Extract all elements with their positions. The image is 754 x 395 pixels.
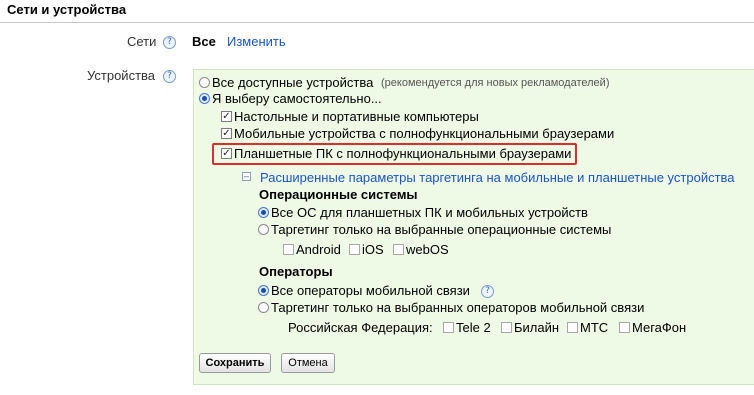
devices-help-icon[interactable]: ? (163, 70, 176, 83)
carrier-tele2-checkbox[interactable] (443, 322, 454, 333)
networks-value: Все (192, 34, 216, 49)
all-devices-radio[interactable] (199, 77, 210, 88)
mobile-label: Мобильные устройства с полнофункциональн… (234, 126, 615, 141)
carriers-help-icon[interactable]: ? (481, 285, 494, 298)
os-specific-radio[interactable] (258, 224, 269, 235)
carriers-heading: Операторы (259, 264, 333, 279)
carriers-all-label: Все операторы мобильной связи (271, 283, 470, 298)
carrier-beeline-checkbox[interactable] (501, 322, 512, 333)
os-webos-label: webOS (406, 242, 449, 257)
all-devices-hint: (рекомендуется для новых рекламодателей) (381, 77, 610, 89)
carriers-specific-radio[interactable] (258, 302, 269, 313)
desktop-label: Настольные и портативные компьютеры (234, 109, 479, 124)
os-heading: Операционные системы (259, 187, 418, 202)
country-label: Российская Федерация: (288, 320, 433, 335)
cancel-button[interactable]: Отмена (281, 353, 335, 373)
os-android-checkbox[interactable] (283, 244, 294, 255)
os-ios-label: iOS (362, 242, 384, 257)
carriers-all-radio[interactable] (258, 285, 269, 296)
tablet-label: Планшетные ПК с полнофункциональными бра… (234, 146, 572, 161)
desktop-checkbox[interactable]: ✓ (221, 111, 232, 122)
collapse-minus-icon[interactable]: – (242, 172, 251, 181)
os-ios-checkbox[interactable] (349, 244, 360, 255)
custom-devices-radio[interactable] (199, 93, 210, 104)
advanced-targeting-link[interactable]: Расширенные параметры таргетинга на моби… (260, 170, 735, 185)
networks-label: Сети (127, 34, 157, 49)
carrier-megafon-checkbox[interactable] (619, 322, 630, 333)
carrier-beeline-label: Билайн (514, 320, 560, 335)
all-devices-label: Все доступные устройства (212, 75, 374, 90)
os-all-radio[interactable] (258, 207, 269, 218)
networks-change-link[interactable]: Изменить (227, 34, 286, 49)
save-button[interactable]: Сохранить (199, 353, 271, 373)
os-specific-label: Таргетинг только на выбранные операционн… (271, 222, 612, 237)
os-all-label: Все ОС для планшетных ПК и мобильных уст… (271, 205, 588, 220)
carrier-mts-label: МТС (580, 320, 609, 335)
carrier-tele2-label: Tele 2 (456, 320, 491, 335)
devices-label: Устройства (87, 68, 156, 83)
os-android-label: Android (296, 242, 341, 257)
custom-devices-label: Я выберу самостоятельно... (212, 91, 382, 106)
section-header: Сети и устройства (0, 0, 754, 23)
os-webos-checkbox[interactable] (393, 244, 404, 255)
carriers-specific-label: Таргетинг только на выбранных операторов… (271, 300, 645, 315)
carrier-mts-checkbox[interactable] (567, 322, 578, 333)
tablet-checkbox[interactable]: ✓ (221, 148, 232, 159)
mobile-checkbox[interactable]: ✓ (221, 128, 232, 139)
carrier-megafon-label: МегаФон (632, 320, 687, 335)
networks-help-icon[interactable]: ? (163, 36, 176, 49)
section-title: Сети и устройства (7, 2, 127, 17)
